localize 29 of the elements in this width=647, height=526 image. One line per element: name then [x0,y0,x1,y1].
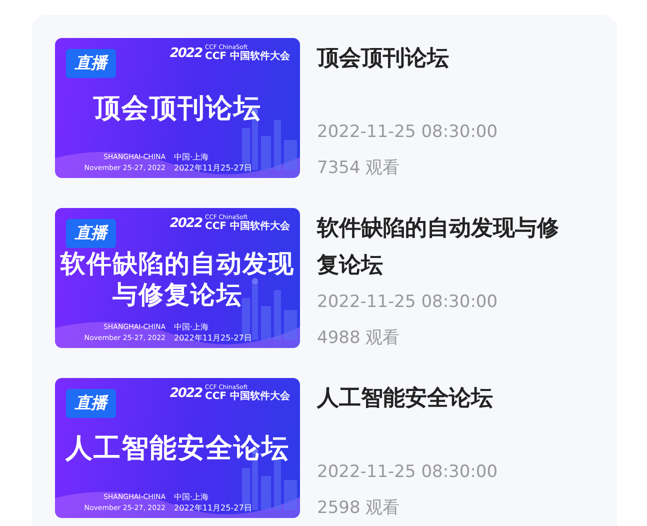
year-logo: 2022 [170,386,202,401]
event-title[interactable]: 人工智能安全论坛 [317,380,569,417]
conference-name: CCF 中国软件大会 [205,391,290,403]
banner-title: 人工智能安全论坛 [66,432,290,466]
event-title[interactable]: 软件缺陷的自动发现与修复论坛 [317,210,569,284]
event-time: 2022-11-25 08:30:00 [317,291,499,314]
event-time: 2022-11-25 08:30:00 [317,121,499,144]
view-count: 2598 观看 [317,497,401,520]
year-logo: 2022 [170,216,202,231]
date-text: 2022年11月25-27日 [174,504,252,513]
view-count: 7354 观看 [317,157,401,180]
live-badge: 直播 [66,49,116,78]
year-logo: 2022 [170,46,202,61]
date-text: 2022年11月25-27日 [174,334,252,343]
banner-title: 顶会顶刊论坛 [94,92,262,126]
conference-name: CCF 中国软件大会 [205,221,290,233]
view-count: 4988 观看 [317,327,401,350]
event-title[interactable]: 顶会顶刊论坛 [317,40,569,77]
live-badge: 直播 [66,219,116,248]
banner-title: 与修复论坛 [112,278,242,310]
skyline-drawing [242,278,297,340]
event-time: 2022-11-25 08:30:00 [317,461,499,484]
city-text: 中国·上海 [174,493,210,502]
city-text: 中国·上海 [174,153,210,162]
conference-name: CCF 中国软件大会 [205,51,290,63]
banner-title: 软件缺陷的自动发现 [60,248,294,278]
live-badge: 直播 [66,389,116,418]
city-text: 中国·上海 [174,323,210,332]
date-text: 2022年11月25-27日 [174,164,252,173]
